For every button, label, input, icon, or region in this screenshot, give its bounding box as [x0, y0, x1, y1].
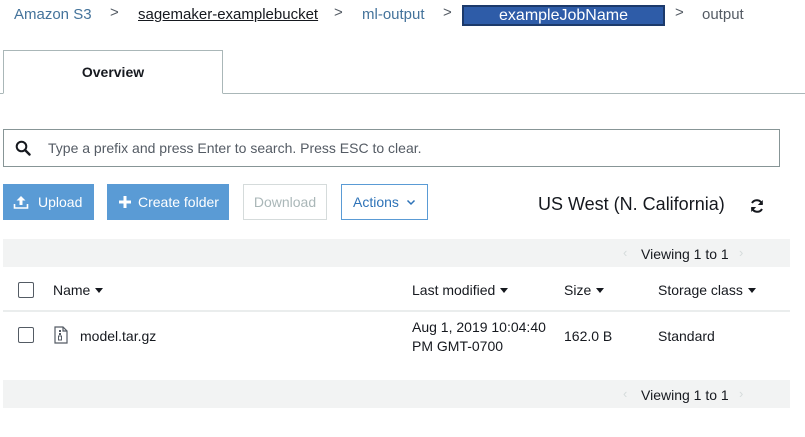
file-size: 162.0 B	[564, 328, 613, 344]
file-archive-icon	[54, 326, 68, 344]
column-header-last-modified[interactable]: Last modified	[412, 282, 509, 298]
actions-button[interactable]: Actions	[341, 184, 428, 220]
breadcrumb-separator: >	[675, 4, 684, 21]
upload-icon	[13, 196, 29, 209]
sort-caret-icon	[747, 287, 756, 293]
column-header-name[interactable]: Name	[53, 282, 104, 298]
region-label: US West (N. California)	[538, 194, 725, 214]
upload-button[interactable]: Upload	[3, 184, 94, 220]
previous-page-icon[interactable]: ‹	[623, 386, 627, 401]
download-button[interactable]: Download	[243, 184, 327, 220]
create-folder-label: Create folder	[138, 194, 219, 210]
breadcrumb-amazon-s3[interactable]: Amazon S3	[14, 6, 92, 23]
create-folder-button[interactable]: Create folder	[107, 184, 229, 220]
table-header: Name Last modified Size Storage class	[3, 270, 790, 312]
breadcrumb-separator: >	[110, 4, 119, 21]
actions-label: Actions	[353, 194, 399, 210]
breadcrumb-separator: >	[443, 4, 452, 21]
search-input[interactable]	[48, 138, 768, 158]
sort-caret-icon	[596, 287, 605, 293]
plus-icon	[119, 196, 131, 208]
next-page-icon[interactable]: ›	[739, 386, 743, 401]
breadcrumb-output: output	[702, 6, 744, 23]
tab-overview[interactable]: Overview	[3, 50, 223, 94]
file-name-link[interactable]: model.tar.gz	[80, 328, 156, 344]
sort-caret-icon	[500, 287, 509, 293]
search-box	[3, 129, 780, 167]
last-modified-date: Aug 1, 2019 10:04:40	[412, 319, 546, 335]
column-header-label: Name	[53, 282, 91, 298]
pagination-bottom: ‹ Viewing 1 to 1 ›	[3, 380, 790, 408]
next-page-icon[interactable]: ›	[739, 245, 743, 260]
pagination-text: Viewing 1 to 1	[641, 246, 729, 262]
sort-caret-icon	[95, 287, 104, 293]
column-header-size[interactable]: Size	[564, 282, 605, 298]
column-header-storage-class[interactable]: Storage class	[658, 282, 756, 298]
previous-page-icon[interactable]: ‹	[623, 245, 627, 260]
column-header-label: Size	[564, 282, 592, 298]
search-icon	[15, 140, 31, 156]
last-modified-time: PM GMT-0700	[412, 338, 504, 354]
select-all-checkbox[interactable]	[18, 282, 34, 298]
breadcrumb-ml-output[interactable]: ml-output	[362, 6, 425, 23]
pagination-text: Viewing 1 to 1	[641, 387, 729, 403]
breadcrumb-separator: >	[334, 4, 343, 21]
column-header-label: Storage class	[658, 282, 743, 298]
upload-label: Upload	[38, 194, 83, 210]
pagination-top: ‹ Viewing 1 to 1 ›	[3, 239, 790, 267]
row-checkbox[interactable]	[18, 327, 34, 343]
refresh-icon[interactable]	[748, 197, 766, 215]
breadcrumb-job-name[interactable]: exampleJobName	[462, 5, 665, 26]
table-row: model.tar.gz Aug 1, 2019 10:04:40 PM GMT…	[3, 312, 790, 360]
column-header-label: Last modified	[412, 282, 496, 298]
breadcrumb-bucket[interactable]: sagemaker-examplebucket	[138, 6, 318, 23]
storage-class: Standard	[658, 328, 715, 344]
breadcrumb: Amazon S3 > sagemaker-examplebucket > ml…	[0, 4, 805, 26]
chevron-down-icon	[406, 199, 416, 206]
